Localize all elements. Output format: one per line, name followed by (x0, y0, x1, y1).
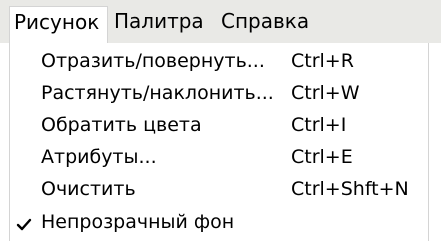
menu-item-label: Обратить цвета (41, 114, 202, 136)
menu-item-clear[interactable]: Очистить Ctrl+Shft+N (10, 174, 428, 204)
menu-item-shortcut: Ctrl+I (291, 114, 347, 136)
menu-item-shortcut: Ctrl+R (291, 50, 354, 72)
menu-bar: Рисунок Палитра Справка (0, 0, 441, 43)
menu-item-shortcut: Ctrl+W (291, 82, 360, 104)
menu-item-attributes[interactable]: Атрибуты... Ctrl+E (10, 142, 428, 172)
menu-item-label: Отразить/повернуть... (41, 50, 265, 72)
menu-item-opaque-background[interactable]: Непрозрачный фон (10, 207, 428, 237)
menu-item-flip-rotate[interactable]: Отразить/повернуть... Ctrl+R (10, 46, 428, 76)
menu-image[interactable]: Рисунок (9, 6, 108, 43)
menu-item-shortcut: Ctrl+Shft+N (291, 178, 409, 200)
menu-help[interactable]: Справка (221, 6, 309, 37)
menu-item-label: Очистить (41, 178, 136, 200)
checkmark-icon (16, 215, 32, 231)
image-menu-dropdown: Отразить/повернуть... Ctrl+R Растянуть/н… (9, 43, 429, 241)
menu-item-label: Растянуть/наклонить... (41, 82, 274, 104)
menu-item-label: Непрозрачный фон (41, 211, 235, 233)
menu-item-stretch-skew[interactable]: Растянуть/наклонить... Ctrl+W (10, 78, 428, 108)
menu-palette[interactable]: Палитра (114, 6, 204, 37)
menu-item-label: Атрибуты... (41, 146, 157, 168)
menu-item-invert-colors[interactable]: Обратить цвета Ctrl+I (10, 110, 428, 140)
menu-item-shortcut: Ctrl+E (291, 146, 353, 168)
